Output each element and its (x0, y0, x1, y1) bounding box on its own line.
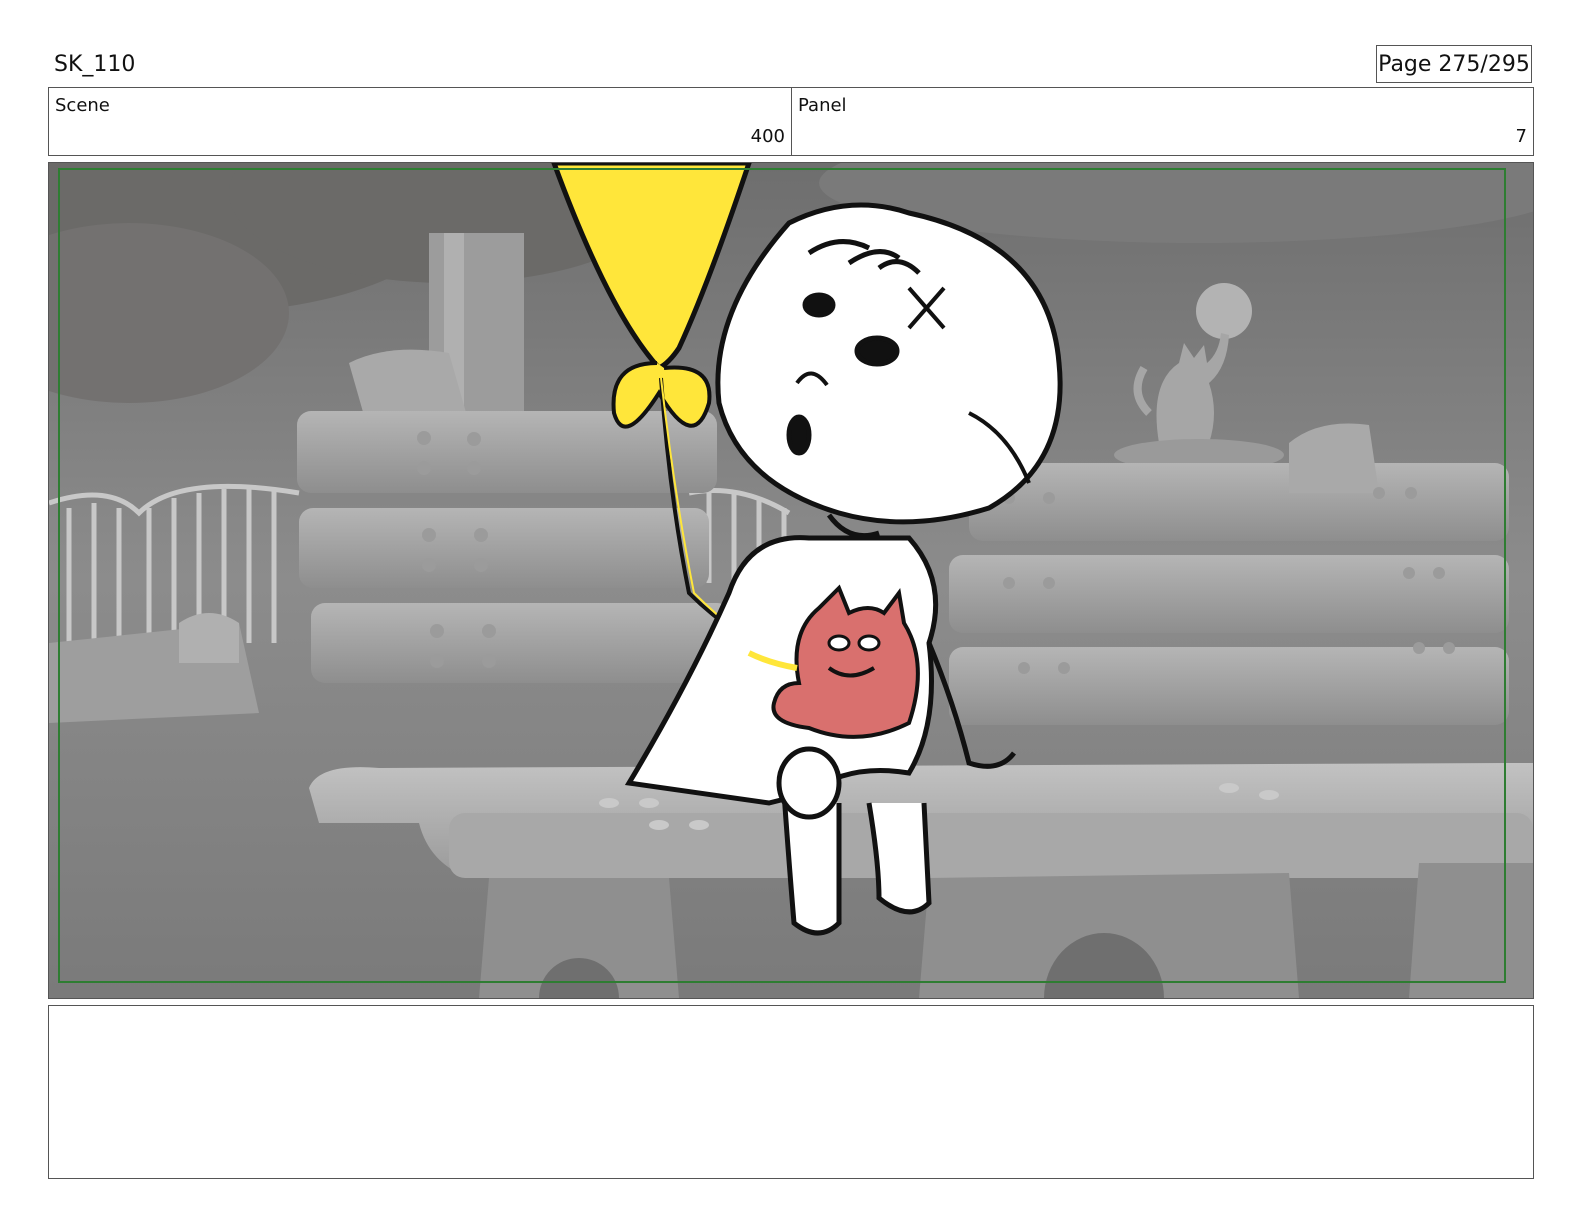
page-indicator: Page 275/295 (1376, 45, 1532, 83)
scene-cell: Scene 400 (49, 88, 792, 155)
project-code: SK_110 (54, 52, 136, 77)
scene-label: Scene (55, 95, 110, 116)
scene-number: 400 (750, 126, 785, 147)
panel-label: Panel (798, 95, 847, 116)
panel-cell: Panel 7 (792, 88, 1533, 155)
page-label: Page 275/295 (1378, 51, 1530, 77)
panel-number: 7 (1515, 126, 1527, 147)
storyboard-drawing (49, 163, 1533, 998)
panel-notes-box (48, 1005, 1534, 1179)
scene-panel-info: Scene 400 Panel 7 (48, 87, 1534, 156)
storyboard-frame (48, 162, 1534, 999)
